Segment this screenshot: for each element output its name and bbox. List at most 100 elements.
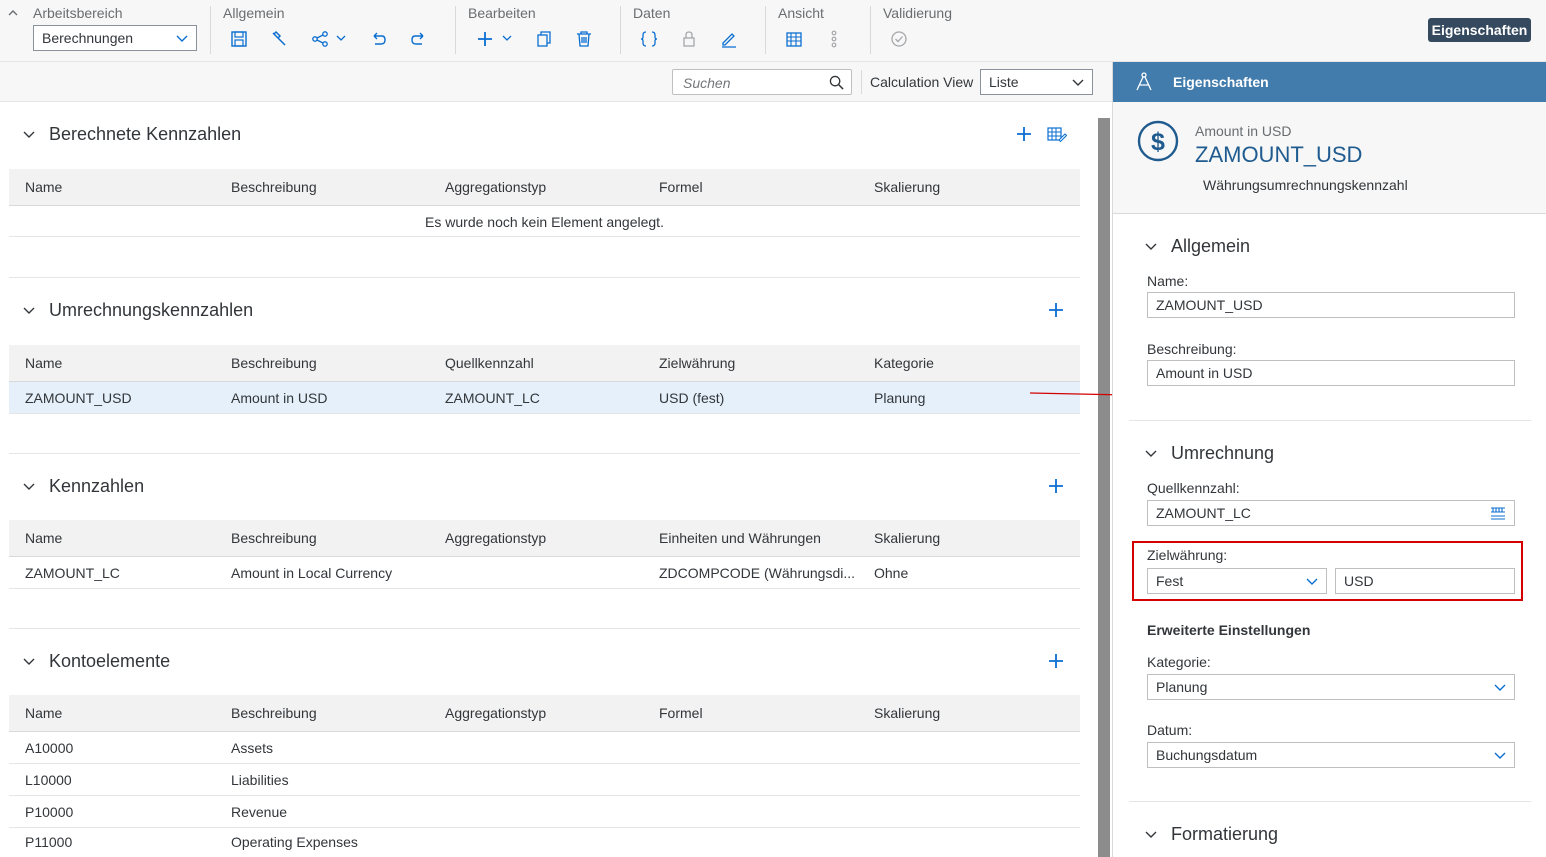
- column-header[interactable]: Formel: [659, 705, 703, 721]
- redo-icon[interactable]: [408, 28, 430, 50]
- toolbar-group-view: Ansicht: [778, 0, 858, 62]
- description-field[interactable]: Amount in USD: [1147, 360, 1515, 386]
- column-header[interactable]: Name: [25, 355, 62, 371]
- table-header: Name Beschreibung Aggregationstyp Formel…: [9, 169, 1080, 206]
- wrench-icon[interactable]: [268, 28, 290, 50]
- table-row[interactable]: ZAMOUNT_USD Amount in USD ZAMOUNT_LC USD…: [9, 382, 1080, 414]
- toolbar-group-edit: Bearbeiten: [468, 0, 618, 62]
- chevron-down-icon[interactable]: [23, 129, 35, 139]
- name-label: Name:: [1147, 273, 1189, 289]
- svg-text:$: $: [1151, 128, 1165, 156]
- formatting-section-title: Formatierung: [1171, 824, 1279, 844]
- section-title: Kontoelemente: [49, 651, 171, 671]
- panel-title: Eigenschaften: [1173, 74, 1269, 90]
- search-bar: Suchen Calculation View Liste: [0, 62, 1112, 102]
- hierarchy-dots-icon[interactable]: [823, 28, 845, 50]
- column-header[interactable]: Quellkennzahl: [445, 355, 534, 371]
- table-row[interactable]: L10000 Liabilities: [9, 764, 1080, 796]
- column-header[interactable]: Skalierung: [874, 705, 940, 721]
- chevron-down-icon[interactable]: [502, 34, 512, 42]
- name-field[interactable]: ZAMOUNT_USD: [1147, 292, 1515, 318]
- add-icon[interactable]: [474, 28, 496, 50]
- column-header[interactable]: Beschreibung: [231, 179, 317, 195]
- properties-button[interactable]: Eigenschaften: [1428, 18, 1531, 42]
- chevron-down-icon[interactable]: [23, 305, 35, 315]
- column-header[interactable]: Skalierung: [874, 530, 940, 546]
- edit-pen-icon[interactable]: [718, 28, 740, 50]
- column-header[interactable]: Aggregationstyp: [445, 705, 546, 721]
- table-row[interactable]: P10000 Revenue: [9, 796, 1080, 828]
- toolbar-separator: [765, 6, 766, 54]
- date-select[interactable]: Buchungsdatum: [1147, 742, 1515, 768]
- workspace-select[interactable]: Berechnungen: [33, 25, 197, 51]
- column-header[interactable]: Beschreibung: [231, 530, 317, 546]
- column-header[interactable]: Skalierung: [874, 179, 940, 195]
- column-header[interactable]: Name: [25, 705, 62, 721]
- check-circle-icon[interactable]: [888, 28, 910, 50]
- general-section-title: Allgemein: [1171, 236, 1251, 256]
- chevron-down-icon[interactable]: [23, 481, 35, 491]
- lock-icon[interactable]: [678, 28, 700, 50]
- empty-table-row: Es wurde noch kein Element angelegt.: [9, 206, 1080, 237]
- category-select[interactable]: Planung: [1147, 674, 1515, 700]
- column-header[interactable]: Aggregationstyp: [445, 179, 546, 195]
- value-help-icon[interactable]: [1490, 506, 1506, 520]
- copy-icon[interactable]: [533, 28, 555, 50]
- chevron-down-icon[interactable]: [23, 656, 35, 666]
- column-header[interactable]: Beschreibung: [231, 355, 317, 371]
- target-currency-field[interactable]: USD: [1335, 568, 1515, 594]
- add-icon[interactable]: [1016, 126, 1032, 142]
- compass-icon: [1136, 72, 1152, 91]
- cell-units: ZDCOMPCODE (Währungsdi...: [659, 565, 856, 581]
- collapse-icon[interactable]: [8, 9, 18, 17]
- target-currency-mode-value: Fest: [1156, 573, 1184, 589]
- target-currency-mode-select[interactable]: Fest: [1147, 568, 1327, 594]
- chevron-down-icon[interactable]: [1145, 448, 1157, 458]
- add-icon[interactable]: [1048, 478, 1064, 494]
- formula-braces-icon[interactable]: [638, 28, 660, 50]
- section-divider: [1129, 420, 1531, 421]
- column-header[interactable]: Beschreibung: [231, 705, 317, 721]
- properties-panel: Eigenschaften $ Amount in USD ZAMOUNT_US…: [1112, 62, 1546, 857]
- column-header[interactable]: Name: [25, 530, 62, 546]
- table-edit-icon[interactable]: [1047, 126, 1067, 142]
- cell-category: Planung: [874, 390, 926, 406]
- cell-name: ZAMOUNT_USD: [25, 390, 132, 406]
- column-header[interactable]: Aggregationstyp: [445, 530, 546, 546]
- chevron-down-icon: [1494, 684, 1506, 691]
- conversion-section-title: Umrechnung: [1171, 443, 1275, 463]
- share-icon[interactable]: [309, 28, 331, 50]
- column-header[interactable]: Name: [25, 179, 62, 195]
- source-measure-field[interactable]: ZAMOUNT_LC: [1147, 500, 1515, 526]
- column-header[interactable]: Kategorie: [874, 355, 934, 371]
- add-icon[interactable]: [1048, 653, 1064, 669]
- group-label-edit: Bearbeiten: [468, 5, 536, 21]
- column-header[interactable]: Formel: [659, 179, 703, 195]
- section-divider: [1129, 801, 1531, 802]
- view-mode-select[interactable]: Liste: [980, 69, 1093, 95]
- chevron-down-icon[interactable]: [336, 34, 346, 42]
- toolbar-separator: [620, 6, 621, 54]
- scrollbar[interactable]: [1098, 118, 1110, 857]
- table-row[interactable]: P11000 Operating Expenses: [9, 828, 1080, 857]
- category-value: Planung: [1156, 679, 1208, 695]
- undo-icon[interactable]: [367, 28, 389, 50]
- chevron-down-icon[interactable]: [1145, 829, 1157, 839]
- table-grid-icon[interactable]: [783, 28, 805, 50]
- table-row[interactable]: ZAMOUNT_LC Amount in Local Currency ZDCO…: [9, 557, 1080, 589]
- add-icon[interactable]: [1048, 302, 1064, 318]
- column-header[interactable]: Einheiten und Währungen: [659, 530, 821, 546]
- section-conversion-measures: Umrechnungskennzahlen Name Beschreibung …: [9, 278, 1080, 453]
- toolbar-group-general: Allgemein: [223, 0, 443, 62]
- description-label: Beschreibung:: [1147, 341, 1237, 357]
- chevron-down-icon[interactable]: [1145, 241, 1157, 251]
- search-input[interactable]: Suchen: [672, 69, 852, 95]
- calculation-view-label: Calculation View: [870, 74, 974, 90]
- save-icon[interactable]: [228, 28, 250, 50]
- delete-icon[interactable]: [573, 28, 595, 50]
- toolbar-separator: [210, 6, 211, 54]
- search-icon[interactable]: [829, 75, 844, 90]
- panel-header: Eigenschaften: [1113, 62, 1546, 102]
- column-header[interactable]: Zielwährung: [659, 355, 735, 371]
- table-row[interactable]: A10000 Assets: [9, 732, 1080, 764]
